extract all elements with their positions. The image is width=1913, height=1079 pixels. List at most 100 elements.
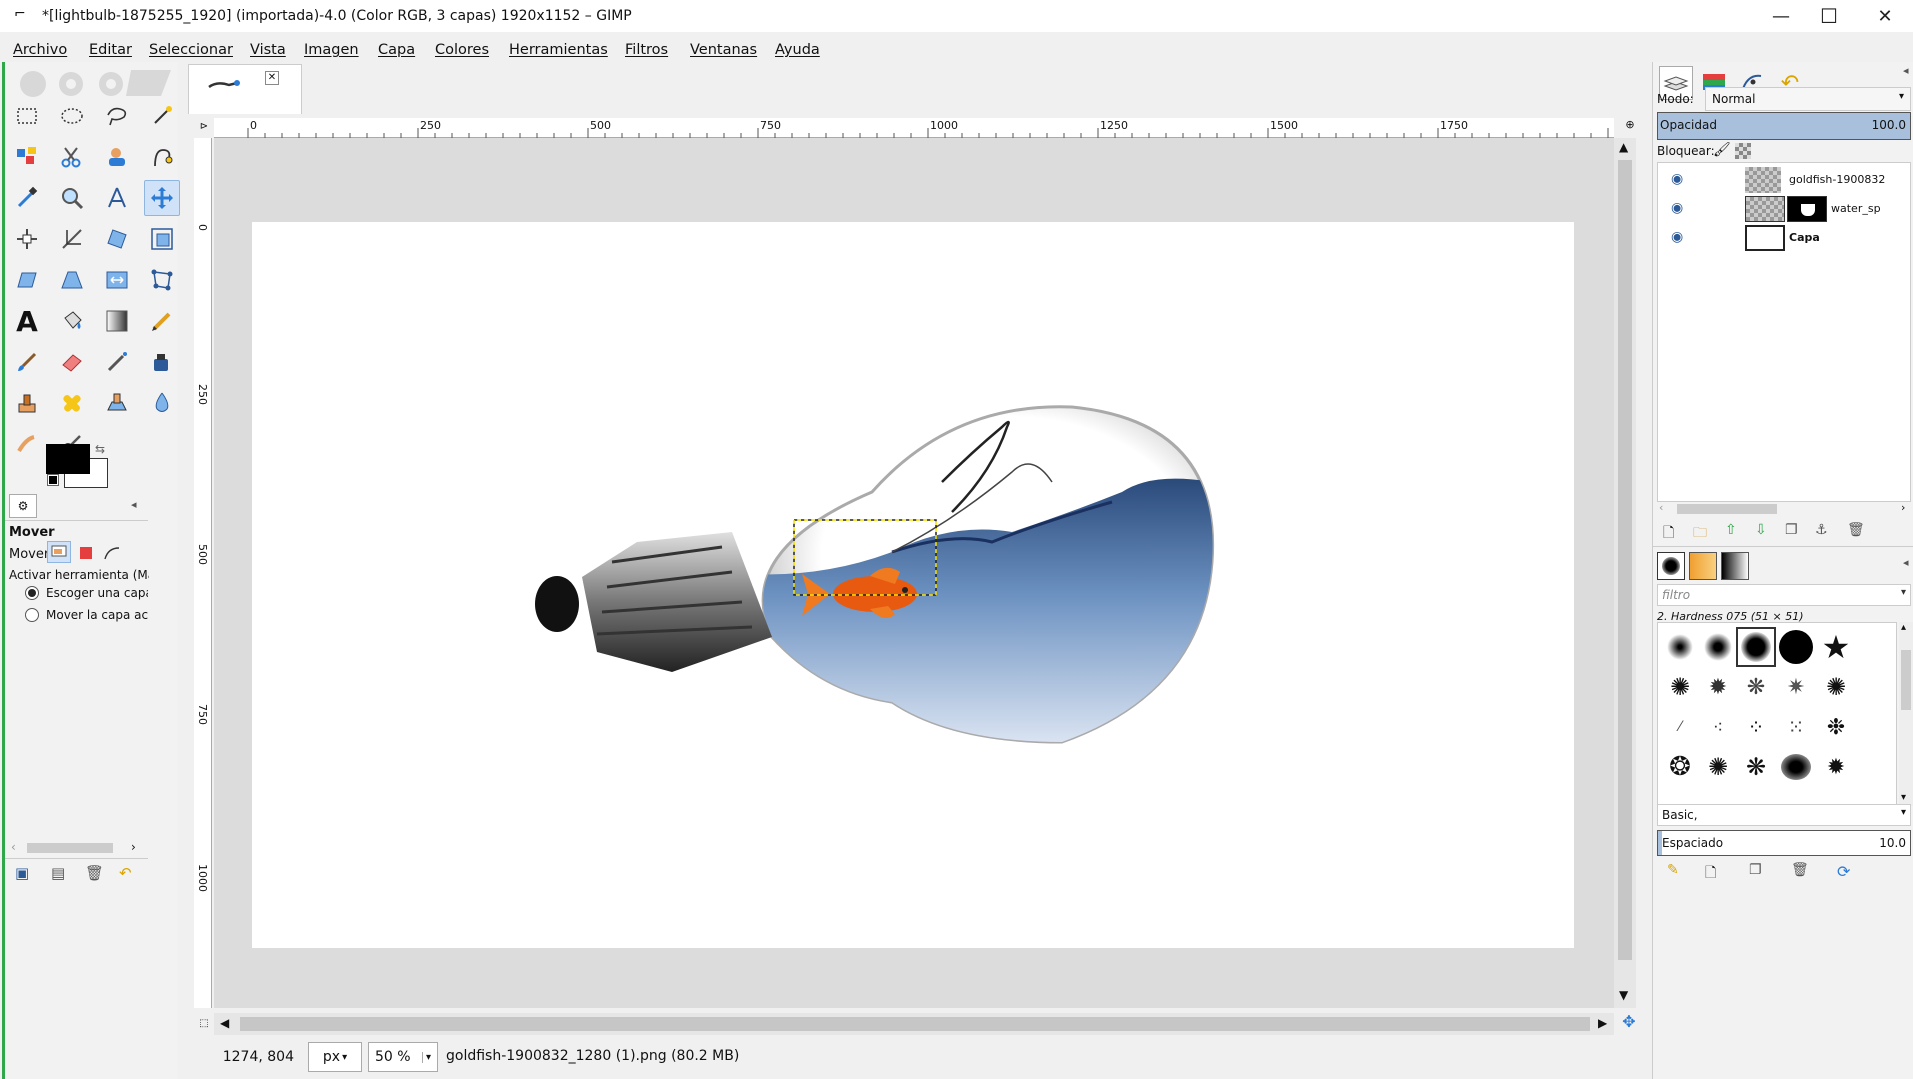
new-layer-group-icon[interactable]: 🗀 xyxy=(1693,522,1707,546)
patterns-tab-icon[interactable] xyxy=(1689,552,1717,580)
ellipse-select-tool-icon[interactable] xyxy=(54,98,90,134)
eye-icon[interactable]: ◉ xyxy=(1671,229,1683,245)
menu-vista[interactable]: Vista xyxy=(250,42,286,58)
raise-layer-icon[interactable]: ⇧ xyxy=(1725,522,1737,538)
edit-brush-icon[interactable]: ✎ xyxy=(1667,862,1679,878)
move-tool-icon[interactable] xyxy=(144,180,180,216)
brush-filter-input[interactable]: filtro ▾ xyxy=(1657,584,1911,606)
minimize-button[interactable]: — xyxy=(1758,0,1804,32)
maximize-button[interactable]: ☐ xyxy=(1806,0,1852,32)
brush-grunge-icon[interactable]: ✺ xyxy=(1698,747,1738,787)
rotate-tool-icon[interactable] xyxy=(99,221,135,257)
crop-tool-icon[interactable] xyxy=(54,221,90,257)
gradients-tab-icon[interactable] xyxy=(1721,552,1749,580)
layers-hscrollbar[interactable]: ‹ › xyxy=(1657,501,1911,516)
paths-tool-icon[interactable] xyxy=(144,139,180,175)
unit-select[interactable]: px ▾ xyxy=(308,1042,362,1072)
layer-mode-select[interactable]: Normal ▾ xyxy=(1705,87,1911,111)
hscroll-thumb[interactable] xyxy=(1677,504,1777,514)
quick-mask-toggle-icon[interactable]: ⬚ xyxy=(194,1013,214,1035)
bucket-fill-tool-icon[interactable] xyxy=(54,303,90,339)
rect-select-tool-icon[interactable] xyxy=(9,98,45,134)
lock-pixels-icon[interactable]: 🖌 xyxy=(1713,142,1731,158)
scissors-select-tool-icon[interactable] xyxy=(54,139,90,175)
zoom-follow-icon[interactable]: ⊕ xyxy=(1620,118,1640,138)
brush-acrylic-icon[interactable]: ✺ xyxy=(1660,667,1700,707)
brush-hardness-050-icon[interactable] xyxy=(1698,627,1738,667)
move-selection-mode-icon[interactable] xyxy=(75,543,97,563)
new-brush-icon[interactable]: 🗋 xyxy=(1705,862,1716,886)
delete-tool-preset-icon[interactable]: 🗑 xyxy=(85,864,104,882)
hscroll-thumb[interactable] xyxy=(240,1017,1590,1031)
duplicate-brush-icon[interactable]: ❐ xyxy=(1749,862,1762,878)
brush-chalk-icon[interactable]: ⁄ xyxy=(1660,707,1700,747)
zoom-select[interactable]: 50 % ▾ xyxy=(368,1042,438,1072)
color-picker-tool-icon[interactable] xyxy=(9,180,45,216)
menu-ayuda[interactable]: Ayuda xyxy=(775,42,820,58)
swap-colors-icon[interactable]: ⇆ xyxy=(95,442,105,456)
refresh-brushes-icon[interactable]: ⟳ xyxy=(1837,862,1850,881)
brush-hardness-100-icon[interactable] xyxy=(1776,627,1816,667)
move-path-mode-icon[interactable] xyxy=(101,543,123,563)
brush-hardness-025-icon[interactable] xyxy=(1660,627,1700,667)
restore-tool-preset-icon[interactable]: ▤ xyxy=(51,864,65,882)
anchor-layer-icon[interactable]: ⚓ xyxy=(1815,522,1828,538)
scroll-right-icon[interactable]: ▶ xyxy=(1598,1016,1607,1030)
brush-grunge-icon[interactable]: ❋ xyxy=(1736,747,1776,787)
text-tool-icon[interactable]: A xyxy=(9,303,45,339)
brush-acrylic-icon[interactable]: ✷ xyxy=(1776,667,1816,707)
navigate-image-icon[interactable]: ✥ xyxy=(1618,1012,1640,1034)
select-by-color-tool-icon[interactable] xyxy=(9,139,45,175)
menu-filtros[interactable]: Filtros xyxy=(625,42,668,58)
spacing-slider[interactable]: Espaciado 10.0 xyxy=(1657,830,1911,856)
delete-brush-icon[interactable]: 🗑 xyxy=(1791,862,1809,878)
radio-move-active-layer[interactable] xyxy=(25,608,39,622)
scroll-up-icon[interactable]: ▲ xyxy=(1619,140,1628,154)
align-tool-icon[interactable] xyxy=(9,221,45,257)
clone-tool-icon[interactable] xyxy=(9,385,45,421)
vertical-scrollbar[interactable]: ▲ ▼ xyxy=(1614,138,1636,1008)
menu-herramientas[interactable]: Herramientas xyxy=(509,42,608,58)
paintbrush-tool-icon[interactable] xyxy=(9,344,45,380)
vscroll-thumb[interactable] xyxy=(1618,160,1632,960)
toolbox-hscrollbar[interactable]: ‹ › xyxy=(9,840,144,856)
brush-star-icon[interactable]: ★ xyxy=(1816,627,1856,667)
brush-chalk-icon[interactable]: ⁙ xyxy=(1776,707,1816,747)
brush-hardness-075-icon[interactable] xyxy=(1736,627,1776,667)
measure-tool-icon[interactable] xyxy=(99,180,135,216)
image-canvas[interactable] xyxy=(252,222,1574,948)
brush-chalk-icon[interactable]: ⁘ xyxy=(1736,707,1776,747)
cage-transform-tool-icon[interactable] xyxy=(144,262,180,298)
brush-acrylic-icon[interactable]: ❋ xyxy=(1736,667,1776,707)
hscroll-thumb[interactable] xyxy=(27,843,113,853)
brush-acrylic-icon[interactable]: ✺ xyxy=(1816,667,1856,707)
brush-vscrollbar[interactable]: ▴ ▾ xyxy=(1899,622,1913,806)
panel-menu-icon[interactable]: ◂ xyxy=(1903,64,1909,77)
radio-move-active-layer-label[interactable]: Mover la capa activa xyxy=(46,608,148,622)
brush-grunge-icon[interactable]: ✹ xyxy=(1816,747,1856,787)
menu-seleccionar[interactable]: Seleccionar xyxy=(149,42,233,58)
brush-grunge-icon[interactable] xyxy=(1776,747,1816,787)
scale-tool-icon[interactable] xyxy=(144,221,180,257)
scroll-down-icon[interactable]: ▼ xyxy=(1619,988,1628,1002)
flip-tool-icon[interactable] xyxy=(99,262,135,298)
image-tab[interactable]: ✕ xyxy=(188,64,302,114)
move-layer-mode-icon[interactable] xyxy=(47,541,71,563)
airbrush-tool-icon[interactable] xyxy=(99,344,135,380)
close-tab-icon[interactable]: ✕ xyxy=(265,71,279,85)
zoom-tool-icon[interactable] xyxy=(54,180,90,216)
reset-tool-options-icon[interactable]: ↶ xyxy=(119,864,132,882)
eye-icon[interactable]: ◉ xyxy=(1671,171,1683,187)
panel-menu-icon[interactable]: ◂ xyxy=(1903,556,1909,569)
eye-icon[interactable]: ◉ xyxy=(1671,200,1683,216)
menu-colores[interactable]: Colores xyxy=(435,42,489,58)
perspective-tool-icon[interactable] xyxy=(54,262,90,298)
free-select-tool-icon[interactable] xyxy=(99,98,135,134)
radio-pick-layer[interactable] xyxy=(25,586,39,600)
smudge-tool-icon[interactable] xyxy=(9,426,45,462)
lower-layer-icon[interactable]: ⇩ xyxy=(1755,522,1767,538)
pencil-tool-icon[interactable] xyxy=(144,303,180,339)
horizontal-scrollbar[interactable]: ◀ ▶ xyxy=(214,1013,1614,1035)
delete-layer-icon[interactable]: 🗑 xyxy=(1847,522,1865,538)
ruler-corner-icon[interactable]: ⊳ xyxy=(194,118,214,138)
